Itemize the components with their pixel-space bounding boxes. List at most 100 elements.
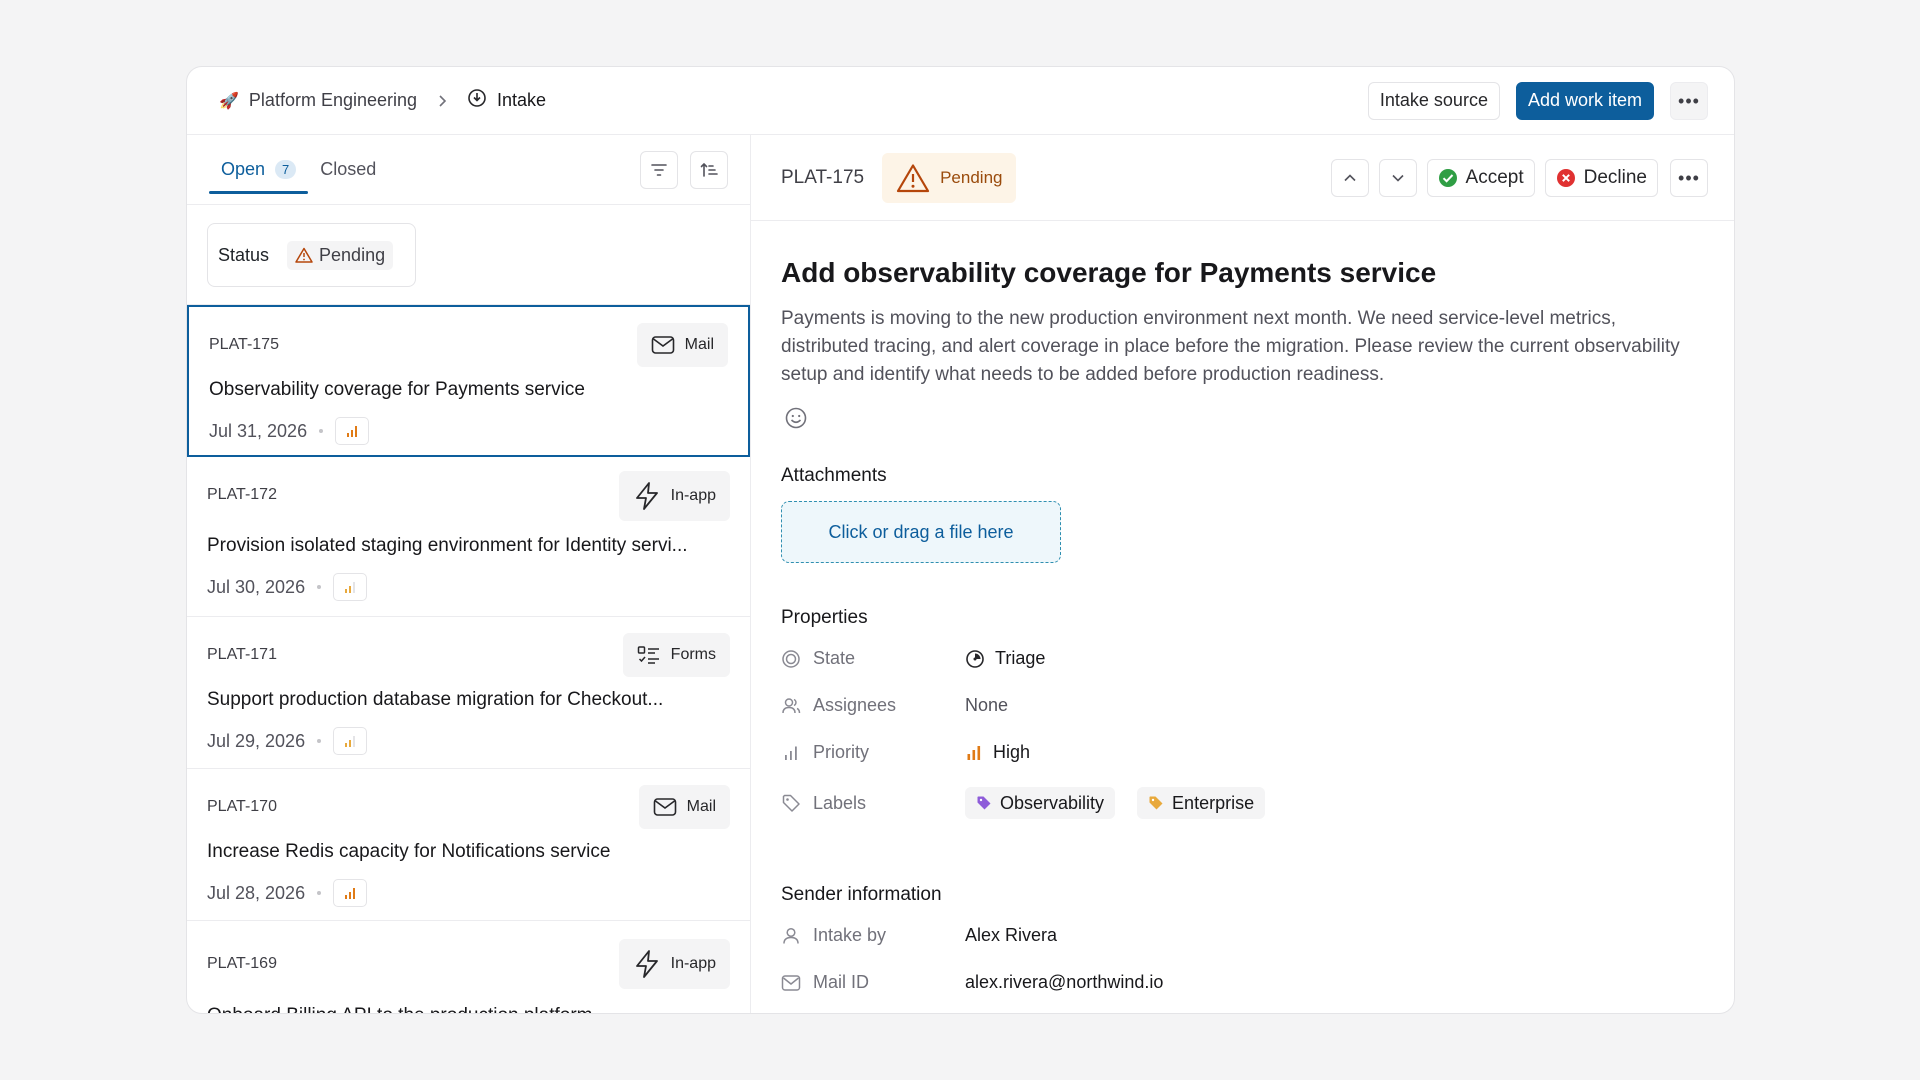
work-item-title[interactable]: Add observability coverage for Payments …: [781, 257, 1704, 289]
mail-icon: [781, 974, 801, 991]
work-item-description[interactable]: Payments is moving to the new production…: [781, 305, 1701, 389]
intake-icon: [467, 88, 487, 113]
meta-separator: [317, 585, 322, 589]
tab-closed-label: Closed: [320, 158, 377, 179]
list-item[interactable]: PLAT-170 Mail Increase Redis capacity fo…: [187, 769, 750, 921]
section-name: Intake: [497, 90, 547, 110]
list-item[interactable]: PLAT-169 In-app Onboard Billing API to t…: [187, 921, 750, 1013]
property-labels: Labels Observability Enterprise: [781, 776, 1704, 830]
source-badge: Mail: [636, 323, 728, 367]
add-reaction-button[interactable]: [781, 403, 811, 433]
labels-label: Labels: [813, 792, 867, 813]
source-label: Forms: [670, 646, 716, 663]
detail-toolbar: PLAT-175 Pending Accept Decline •••: [751, 135, 1734, 221]
more-horizontal-icon: •••: [1678, 90, 1700, 111]
source-badge: Forms: [622, 633, 730, 677]
source-label: Mail: [686, 798, 716, 815]
tag-icon: [1149, 796, 1163, 810]
mail-id-value[interactable]: alex.rivera@northwind.io: [965, 972, 1163, 993]
label-tag[interactable]: Observability: [965, 787, 1116, 819]
breadcrumb-intake[interactable]: Intake: [467, 88, 546, 113]
filter-lines-icon: [651, 164, 667, 176]
item-id: PLAT-171: [207, 646, 277, 663]
tab-open[interactable]: Open 7: [209, 135, 309, 204]
mail-icon: [651, 336, 674, 354]
status-badge: Pending: [882, 152, 1017, 203]
status-text: Pending: [940, 167, 1003, 187]
item-title: Provision isolated staging environment f…: [207, 535, 688, 556]
user-icon: [783, 927, 799, 944]
attachments-heading: Attachments: [781, 465, 887, 486]
priority-icon: [335, 417, 370, 445]
x-circle-icon: [1556, 168, 1575, 187]
property-state: State Triage: [781, 635, 1704, 682]
item-date: Jul 28, 2026: [207, 882, 306, 903]
next-item-button[interactable]: [1378, 158, 1417, 197]
more-options-button[interactable]: •••: [1670, 81, 1708, 120]
tab-open-label: Open: [221, 158, 266, 179]
label-text: Observability: [1000, 792, 1105, 813]
list-item[interactable]: PLAT-175 Mail Observability coverage for…: [187, 305, 750, 457]
priority-dropdown[interactable]: High: [965, 742, 1030, 763]
decline-button[interactable]: Decline: [1544, 158, 1658, 197]
labels-list: Observability Enterprise: [965, 787, 1277, 819]
form-list-icon: [637, 646, 659, 664]
intake-window: 🚀 Platform Engineering Intake Intake sou…: [186, 66, 1735, 1014]
meta-separator: [317, 891, 322, 895]
meta-separator: [317, 739, 322, 743]
previous-item-button[interactable]: [1330, 158, 1369, 197]
rocket-icon: 🚀: [219, 92, 239, 110]
triage-icon: [966, 649, 984, 668]
source-badge: In-app: [618, 939, 730, 989]
priority-high-icon: [967, 745, 981, 760]
source-label: Mail: [684, 336, 714, 353]
intake-list-pane: Open 7 Closed Status Pending PLAT-175 Ma…: [187, 135, 751, 1013]
open-count-badge: 7: [275, 159, 297, 179]
property-intake-by: Intake by Alex Rivera: [781, 912, 1704, 959]
status-tabs: Open 7 Closed: [187, 135, 750, 205]
label-tag[interactable]: Enterprise: [1137, 787, 1266, 819]
list-item[interactable]: PLAT-172 In-app Provision isolated stagi…: [187, 457, 750, 617]
assignees-dropdown[interactable]: None: [965, 695, 1008, 716]
source-badge: In-app: [618, 471, 730, 521]
file-dropzone[interactable]: Click or drag a file here: [781, 501, 1061, 563]
warning-icon: [896, 163, 930, 192]
filter-value-text: Pending: [319, 244, 386, 265]
item-id: PLAT-169: [207, 955, 277, 972]
item-meta: Jul 30, 2026: [207, 573, 368, 601]
state-label: State: [813, 648, 856, 668]
smiley-icon: [785, 407, 807, 429]
item-title: Increase Redis capacity for Notification…: [207, 841, 611, 862]
item-meta: Jul 31, 2026: [209, 417, 370, 445]
tag-icon: [977, 796, 991, 810]
sender-heading: Sender information: [781, 884, 942, 905]
item-title: Onboard Billing API to the production pl…: [207, 1005, 730, 1013]
add-work-item-button[interactable]: Add work item: [1515, 81, 1654, 120]
item-id: PLAT-172: [207, 486, 277, 503]
detail-more-button[interactable]: •••: [1670, 158, 1708, 197]
filter-button[interactable]: [640, 151, 678, 189]
status-filter-chip[interactable]: Status Pending: [207, 223, 417, 287]
check-circle-icon: [1438, 168, 1457, 187]
priority-icon: [333, 879, 368, 907]
state-dropdown[interactable]: Triage: [965, 648, 1045, 669]
accept-button[interactable]: Accept: [1426, 158, 1535, 197]
state-icon: [782, 649, 800, 668]
intake-source-button[interactable]: Intake source: [1367, 81, 1500, 120]
mail-icon: [653, 798, 676, 816]
breadcrumb-workspace[interactable]: 🚀 Platform Engineering: [219, 90, 417, 111]
sort-button[interactable]: [690, 151, 728, 189]
tab-closed[interactable]: Closed: [308, 135, 388, 204]
detail-id: PLAT-175: [781, 166, 865, 188]
sort-icon: [700, 162, 718, 177]
chevron-up-icon: [1343, 173, 1356, 181]
state-value: Triage: [995, 648, 1046, 668]
meta-separator: [319, 429, 324, 433]
property-assignees: Assignees None: [781, 682, 1704, 729]
list-item[interactable]: PLAT-171 Forms Support production databa…: [187, 617, 750, 769]
intake-by-label: Intake by: [813, 925, 887, 945]
item-date: Jul 30, 2026: [207, 576, 306, 597]
intake-by-value: Alex Rivera: [965, 925, 1058, 945]
item-title: Observability coverage for Payments serv…: [209, 379, 585, 400]
more-horizontal-icon: •••: [1678, 167, 1700, 188]
